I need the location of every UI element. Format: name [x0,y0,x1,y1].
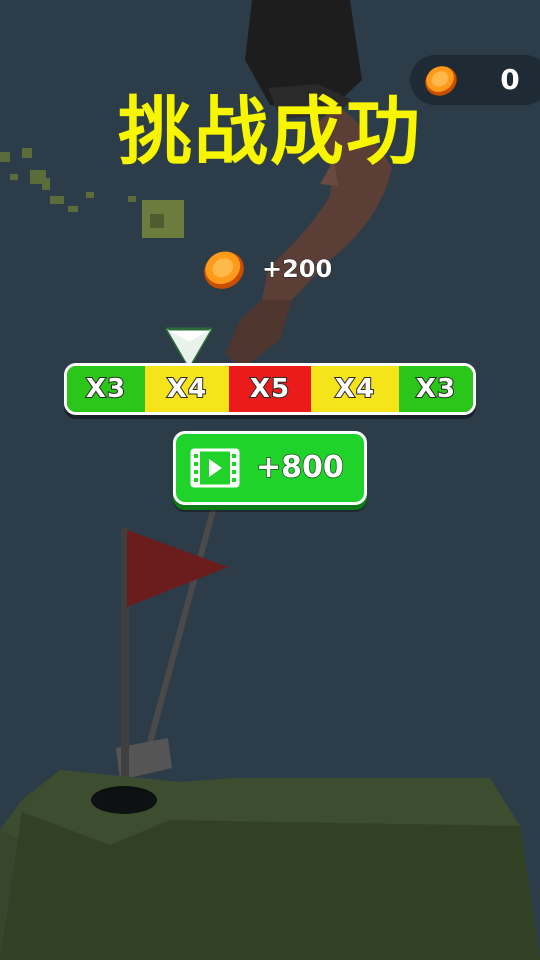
putting-green [0,770,540,960]
result-title: 挑战成功 [118,89,422,175]
video-play-icon [190,448,240,488]
reward-amount: +200 [261,255,333,284]
multiplier-segment-x3-right: X3 [399,366,473,412]
reward-coin-icon [204,251,244,289]
watch-video-bonus-button[interactable]: +800 [173,431,367,505]
golfer-figure [226,0,392,370]
multiplier-segment-x3-left: X3 [67,366,145,412]
video-bonus-label: +800 [255,449,344,486]
multiplier-segment-x5: X5 [229,366,311,412]
game-screen: 0 挑战成功 +200 X3 X4 X5 X4 X3 +800 [0,0,540,960]
multiplier-bar: X3 X4 X5 X4 X3 [64,363,476,415]
multiplier-segment-x4-right: X4 [311,366,399,412]
multiplier-segment-x4-left: X4 [145,366,229,412]
golf-club [116,469,227,780]
